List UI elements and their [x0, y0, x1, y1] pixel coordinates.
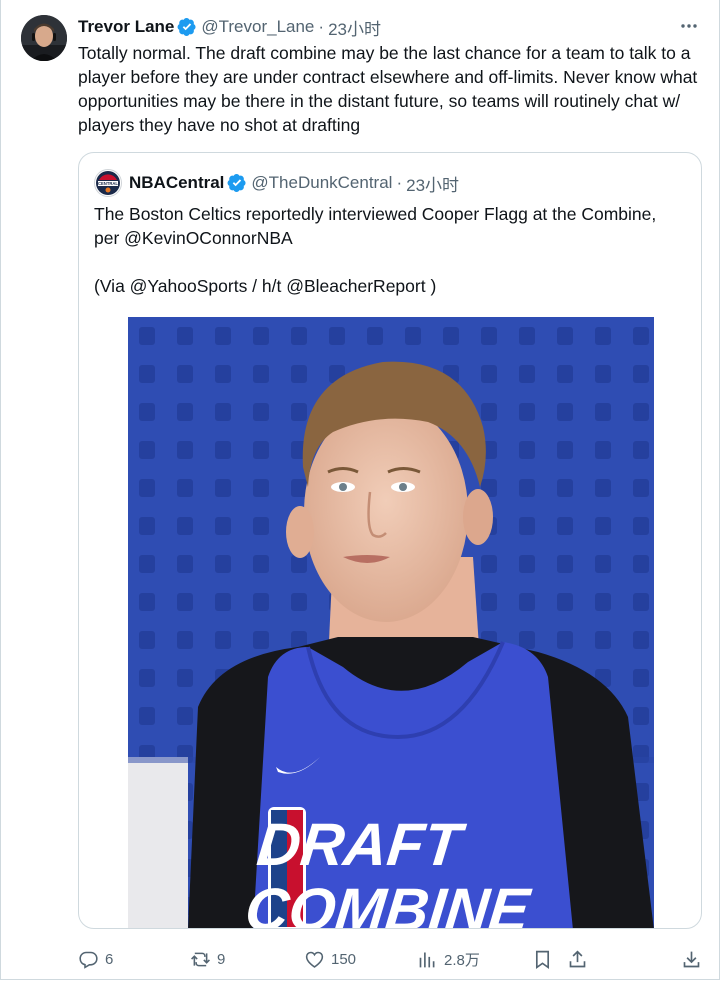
- author-name[interactable]: Trevor Lane: [78, 17, 174, 37]
- share-button[interactable]: [567, 944, 588, 974]
- views-button[interactable]: 2.8万: [417, 944, 480, 974]
- author-handle[interactable]: @Trevor_Lane: [201, 17, 314, 37]
- bookmark-icon: [535, 950, 550, 969]
- quoted-author-handle[interactable]: @TheDunkCentral: [251, 173, 392, 193]
- author-avatar[interactable]: [21, 15, 67, 61]
- quoted-photo[interactable]: DRAFT COMBINE: [128, 317, 654, 929]
- like-icon: [305, 951, 324, 968]
- bookmark-button[interactable]: [532, 944, 553, 974]
- dot-separator: ·: [318, 17, 325, 36]
- verified-badge-icon: [177, 18, 196, 36]
- reply-count: 6: [105, 950, 114, 968]
- repost-count: 9: [217, 950, 226, 968]
- reply-button[interactable]: 6: [78, 944, 113, 974]
- quoted-author-name[interactable]: NBACentral: [129, 173, 224, 193]
- share-icon: [569, 949, 586, 967]
- jersey-text-combine: COMBINE: [242, 876, 534, 929]
- quoted-tweet[interactable]: CENTRAL NBACentral @TheDunkCentral · 23小…: [78, 152, 702, 929]
- tweet-text: Totally normal. The draft combine may be…: [78, 43, 698, 135]
- download-button[interactable]: [681, 944, 702, 974]
- reply-icon: [79, 951, 98, 969]
- quoted-time[interactable]: 23小时: [406, 171, 459, 196]
- action-bar: 6 9 150 2.8万: [78, 944, 706, 974]
- views-icon: [419, 952, 435, 967]
- quoted-avatar[interactable]: CENTRAL: [94, 169, 122, 197]
- more-icon[interactable]: [676, 13, 702, 39]
- verified-badge-icon: [227, 174, 246, 192]
- quoted-text-line: (Via @YahooSports / h/t @BleacherReport …: [94, 276, 437, 296]
- like-button[interactable]: 150: [304, 944, 356, 974]
- quoted-avatar-logo-text: CENTRAL: [98, 181, 118, 186]
- views-count: 2.8万: [444, 951, 480, 969]
- jersey-text-draft: DRAFT: [254, 811, 469, 878]
- download-icon: [683, 951, 700, 967]
- tweet-header: Trevor Lane @Trevor_Lane · 23小时: [78, 15, 381, 39]
- tweet-time[interactable]: 23小时: [328, 15, 381, 40]
- dot-separator: ·: [396, 173, 403, 192]
- repost-icon: [191, 952, 210, 966]
- repost-button[interactable]: 9: [190, 944, 225, 974]
- quoted-text: The Boston Celtics reportedly interviewe…: [94, 202, 684, 298]
- like-count: 150: [331, 950, 357, 968]
- quoted-header: NBACentral @TheDunkCentral · 23小时: [129, 171, 459, 195]
- quoted-text-line: The Boston Celtics reportedly interviewe…: [94, 204, 657, 248]
